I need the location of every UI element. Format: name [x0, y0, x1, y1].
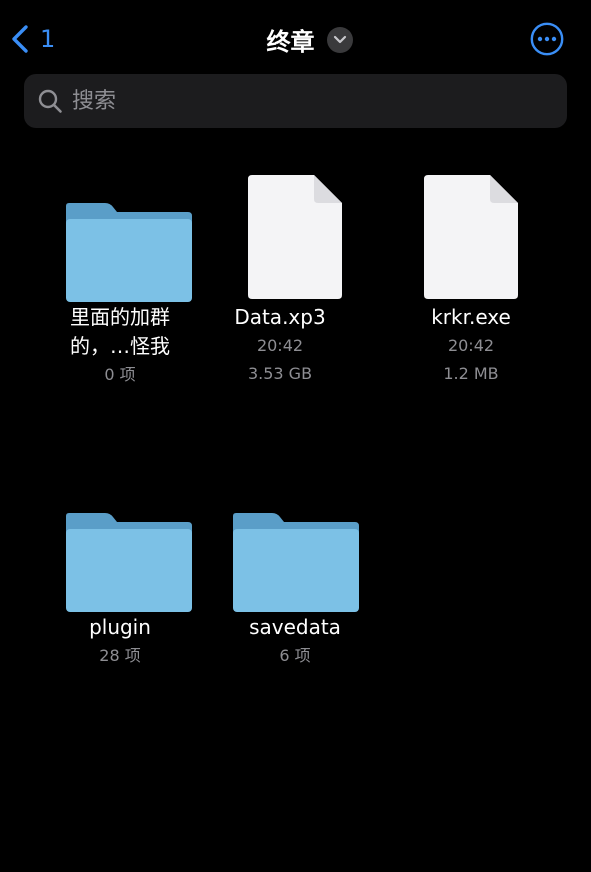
- item-count: 6 项: [279, 646, 311, 665]
- folder-item[interactable]: savedata 6 项: [215, 473, 375, 670]
- item-time: 20:42: [447, 336, 495, 355]
- item-name-line2: 的，…怪我: [70, 334, 170, 358]
- document-icon: [248, 175, 342, 299]
- search-bar[interactable]: [24, 74, 567, 128]
- folder-thumbnail: [215, 473, 375, 613]
- title-group: 终章: [0, 22, 591, 57]
- folder-icon: [66, 513, 192, 612]
- more-button[interactable]: [530, 22, 564, 56]
- document-icon: [424, 175, 518, 299]
- folder-thumbnail: [40, 473, 200, 613]
- folder-thumbnail: [40, 163, 200, 303]
- item-name: krkr.exe: [431, 305, 511, 329]
- file-item[interactable]: Data.xp3 20:42 3.53 GB: [200, 163, 360, 388]
- folder-icon: [233, 513, 359, 612]
- folder-icon: [66, 203, 192, 302]
- file-thumbnail: [391, 163, 551, 303]
- folder-item[interactable]: plugin 28 项: [40, 473, 200, 670]
- page-title: 终章: [266, 28, 315, 56]
- file-item[interactable]: krkr.exe 20:42 1.2 MB: [391, 163, 551, 388]
- title-menu-button[interactable]: [326, 26, 353, 53]
- item-name: Data.xp3: [234, 305, 326, 329]
- folder-item[interactable]: 里面的加群 的，…怪我 0 项: [40, 163, 200, 389]
- item-size: 3.53 GB: [247, 364, 313, 383]
- file-thumbnail: [200, 163, 360, 303]
- chevron-down-icon: [333, 35, 346, 43]
- item-name: plugin: [89, 615, 151, 639]
- item-size: 1.2 MB: [443, 364, 499, 383]
- search-input[interactable]: [70, 80, 544, 122]
- item-count: 28 项: [99, 646, 141, 665]
- magnifier-icon: [36, 87, 64, 115]
- item-time: 20:42: [256, 336, 304, 355]
- item-name: 里面的加群: [70, 305, 170, 329]
- ellipsis-circle-icon: [530, 22, 564, 56]
- item-count: 0 项: [104, 365, 136, 384]
- item-name: savedata: [249, 615, 341, 639]
- navigation-bar: 1 终章: [0, 0, 591, 78]
